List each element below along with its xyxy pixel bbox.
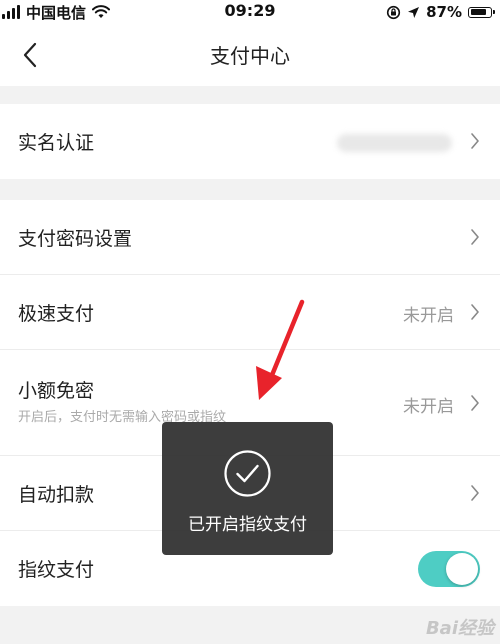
battery-percent: 87% bbox=[426, 3, 462, 21]
row-real-name-verification[interactable]: 实名认证 bbox=[0, 104, 500, 179]
row-label: 自动扣款 bbox=[18, 484, 95, 506]
identity-group: 实名认证 bbox=[0, 104, 500, 179]
row-label: 指纹支付 bbox=[18, 559, 95, 581]
status-right: 87% bbox=[386, 2, 495, 22]
chevron-right-icon bbox=[471, 395, 479, 411]
chevron-right-icon bbox=[471, 229, 479, 245]
fingerprint-pay-toggle[interactable] bbox=[418, 551, 480, 587]
battery-icon bbox=[468, 6, 495, 18]
chevron-right-icon bbox=[471, 133, 479, 149]
nav-bar: 支付中心 bbox=[0, 24, 500, 86]
row-payment-password[interactable]: 支付密码设置 bbox=[0, 200, 500, 275]
row-status: 未开启 bbox=[403, 306, 454, 326]
row-label: 支付密码设置 bbox=[18, 228, 133, 250]
toggle-knob bbox=[446, 553, 478, 585]
row-label: 极速支付 bbox=[18, 303, 95, 325]
toast-message: 已开启指纹支付 bbox=[188, 515, 307, 535]
row-status: 未开启 bbox=[403, 397, 454, 417]
check-circle-icon bbox=[224, 450, 271, 497]
annotation-arrow-icon bbox=[256, 299, 305, 400]
chevron-right-icon bbox=[471, 304, 479, 320]
chevron-right-icon bbox=[471, 485, 479, 501]
rotation-lock-icon bbox=[386, 5, 401, 19]
page-title: 支付中心 bbox=[210, 44, 290, 68]
location-icon bbox=[408, 6, 420, 18]
toast: 已开启指纹支付 bbox=[162, 422, 333, 555]
status-bar: 中国电信 09:29 87% bbox=[0, 0, 500, 24]
obscured-value bbox=[337, 134, 452, 152]
watermark-logo: Bai经验 bbox=[425, 618, 494, 639]
row-label: 实名认证 bbox=[18, 132, 95, 154]
row-label: 小额免密 bbox=[18, 380, 95, 402]
